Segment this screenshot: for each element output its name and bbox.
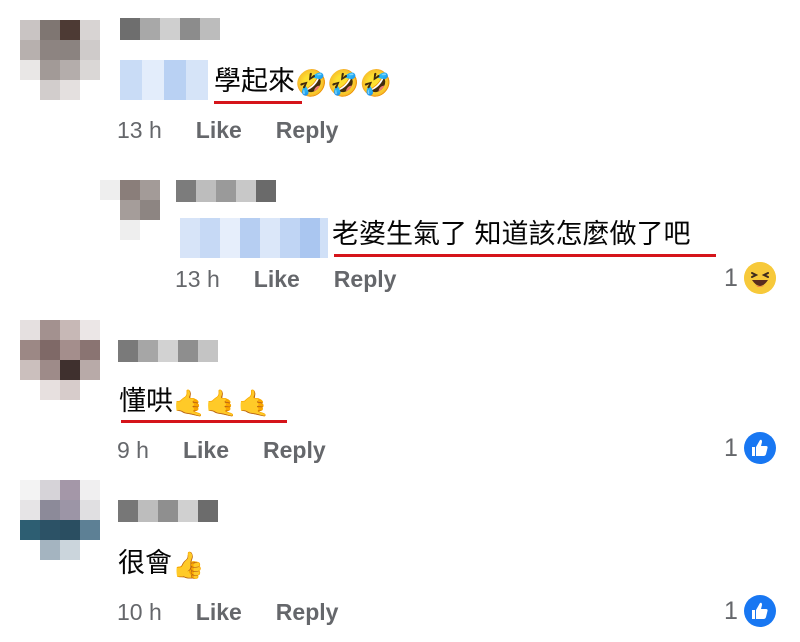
comment-meta: 13 h Like Reply (175, 266, 396, 293)
highlight-underline (214, 101, 302, 104)
commenter-name-redacted[interactable] (176, 180, 276, 202)
like-icon (743, 595, 776, 627)
reaction-summary[interactable]: 1 (724, 595, 776, 627)
like-button[interactable]: Like (196, 599, 242, 626)
avatar[interactable] (20, 20, 100, 100)
rolling-laughing-emoji: 🤣🤣🤣 (295, 67, 393, 98)
like-button[interactable]: Like (196, 117, 242, 144)
reaction-count: 1 (724, 263, 738, 292)
avatar[interactable] (20, 320, 100, 400)
timestamp[interactable]: 9 h (117, 437, 149, 464)
comment-text: 很會👍 (118, 546, 204, 582)
avatar[interactable] (100, 180, 160, 240)
comment-meta: 9 h Like Reply (117, 437, 326, 464)
reply-button[interactable]: Reply (276, 117, 339, 144)
like-icon (743, 432, 776, 464)
like-button[interactable]: Like (254, 266, 300, 293)
comment-text: 老婆生氣了 知道該怎麼做了吧 (332, 217, 691, 251)
reaction-summary[interactable]: 1 (724, 262, 776, 294)
reply-button[interactable]: Reply (263, 437, 326, 464)
like-button[interactable]: Like (183, 437, 229, 464)
comment-body: 懂哄 (119, 386, 173, 416)
commenter-name-redacted[interactable] (120, 18, 220, 40)
call-me-hand-emoji: 🤙🤙🤙 (173, 387, 271, 418)
reaction-summary[interactable]: 1 (724, 432, 776, 464)
reaction-count: 1 (724, 596, 738, 625)
comment-body: 老婆生氣了 知道該怎麼做了吧 (332, 219, 691, 249)
commenter-name-redacted[interactable] (118, 500, 218, 522)
mention-tag-redacted[interactable] (120, 60, 208, 100)
comment-body: 很會 (118, 548, 172, 578)
thumbs-up-emoji: 👍 (172, 549, 205, 580)
commenter-name-redacted[interactable] (118, 340, 218, 362)
timestamp[interactable]: 13 h (117, 117, 162, 144)
timestamp[interactable]: 13 h (175, 266, 220, 293)
comment-meta: 13 h Like Reply (117, 117, 338, 144)
reply-button[interactable]: Reply (276, 599, 339, 626)
reaction-count: 1 (724, 433, 738, 462)
comment-text: 學起來🤣🤣🤣 (214, 64, 392, 100)
comment-text: 懂哄🤙🤙🤙 (119, 384, 270, 420)
comment-body: 學起來 (214, 66, 295, 96)
highlight-underline (334, 254, 716, 257)
haha-icon (743, 262, 776, 294)
comment-meta: 10 h Like Reply (117, 599, 338, 626)
avatar[interactable] (20, 480, 100, 560)
reply-button[interactable]: Reply (334, 266, 397, 293)
timestamp[interactable]: 10 h (117, 599, 162, 626)
mention-tag-redacted[interactable] (180, 218, 328, 258)
highlight-underline (121, 420, 287, 423)
